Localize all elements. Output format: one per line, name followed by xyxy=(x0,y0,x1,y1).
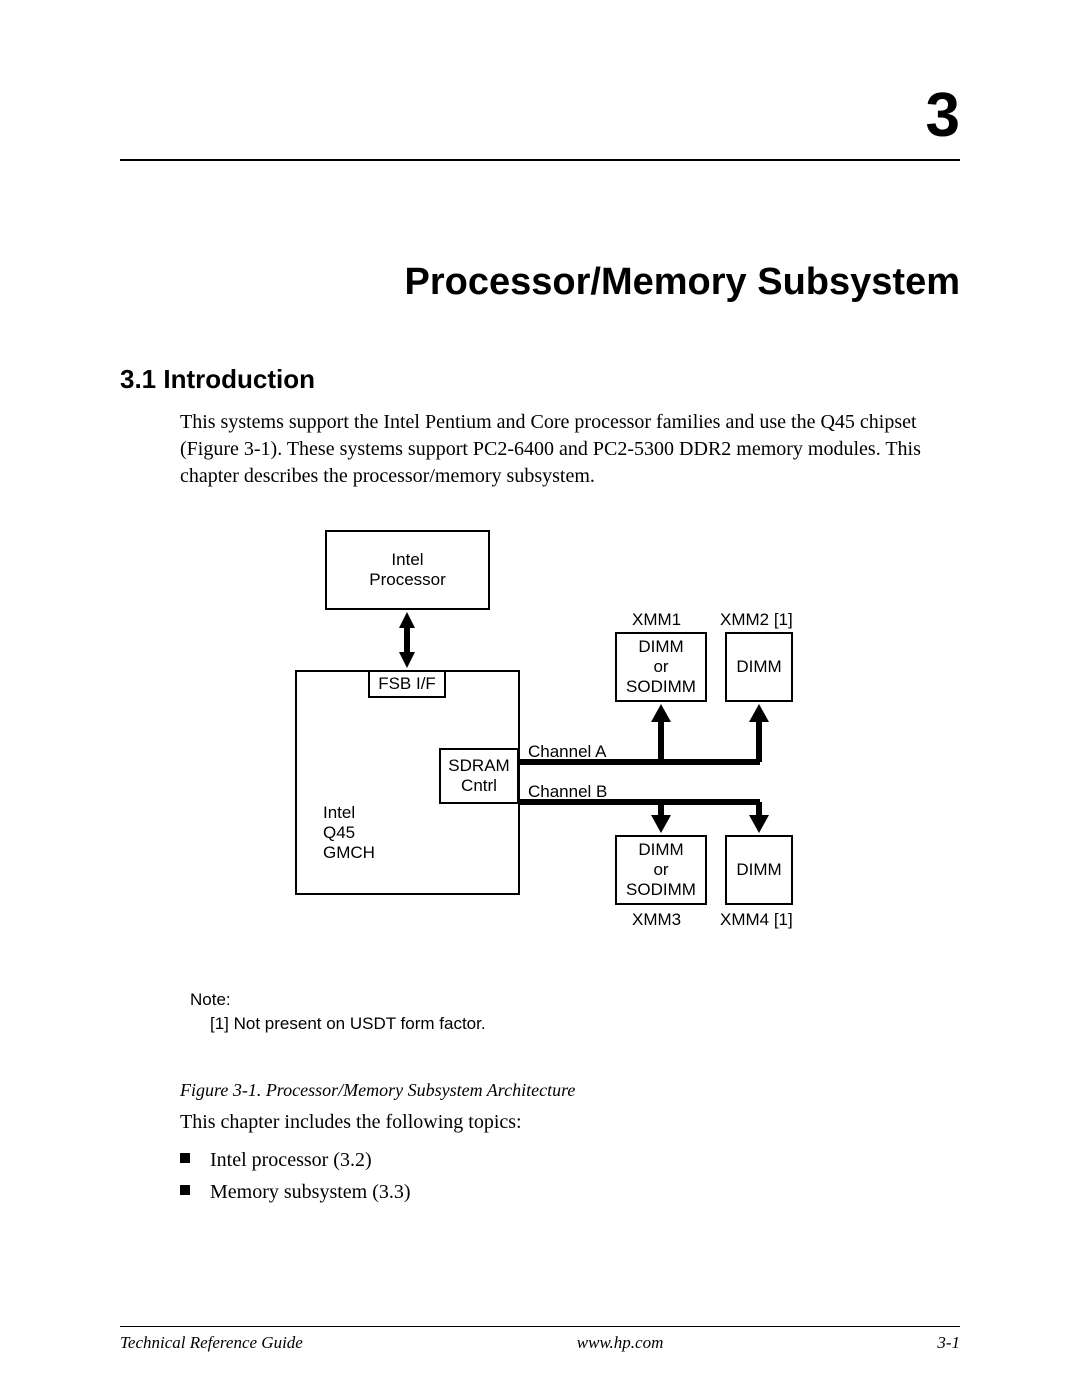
sdram-box: SDRAM Cntrl xyxy=(439,748,519,804)
gmch-line1: Intel xyxy=(323,803,355,823)
figure-caption: Figure 3-1. Processor/Memory Subsystem A… xyxy=(180,1080,960,1101)
diagram-wrap: Intel Processor Intel Q45 GMCH FSB I/F S… xyxy=(120,530,960,990)
xmm1-l3: SODIMM xyxy=(626,677,696,697)
xmm2-box: DIMM xyxy=(725,632,793,702)
channel-a-label: Channel A xyxy=(528,742,606,762)
xmm1-label: XMM1 xyxy=(632,610,681,630)
page-footer: Technical Reference Guide www.hp.com 3-1 xyxy=(120,1326,960,1353)
footer-left: Technical Reference Guide xyxy=(120,1333,303,1353)
processor-line1: Intel xyxy=(391,550,423,570)
xmm4-label: XMM4 [1] xyxy=(720,910,793,930)
note-label: Note: xyxy=(190,990,960,1010)
xmm3-l3: SODIMM xyxy=(626,880,696,900)
sdram-line1: SDRAM xyxy=(448,756,509,776)
gmch-line2: Q45 xyxy=(323,823,355,843)
footer-rule xyxy=(120,1326,960,1327)
xmm4-box: DIMM xyxy=(725,835,793,905)
footer-right: 3-1 xyxy=(937,1333,960,1353)
channel-b-label: Channel B xyxy=(528,782,607,802)
xmm2-l1: DIMM xyxy=(736,657,781,677)
sdram-line2: Cntrl xyxy=(461,776,497,796)
top-rule xyxy=(120,159,960,161)
xmm3-l2: or xyxy=(653,860,668,880)
xmm1-l2: or xyxy=(653,657,668,677)
architecture-diagram: Intel Processor Intel Q45 GMCH FSB I/F S… xyxy=(220,530,860,990)
topics-intro: This chapter includes the following topi… xyxy=(180,1111,960,1134)
topics-list: Intel processor (3.2) Memory subsystem (… xyxy=(180,1144,960,1208)
xmm2-label: XMM2 [1] xyxy=(720,610,793,630)
xmm1-box: DIMM or SODIMM xyxy=(615,632,707,702)
list-item: Intel processor (3.2) xyxy=(180,1144,960,1176)
gmch-line3: GMCH xyxy=(323,843,375,863)
page-content: 3 Processor/Memory Subsystem 3.1 Introdu… xyxy=(120,80,960,1208)
xmm3-label: XMM3 xyxy=(632,910,681,930)
xmm1-l1: DIMM xyxy=(638,637,683,657)
chapter-number: 3 xyxy=(120,80,960,151)
processor-line2: Processor xyxy=(369,570,446,590)
footer-center: www.hp.com xyxy=(577,1333,664,1353)
section-heading: 3.1 Introduction xyxy=(120,364,960,395)
list-item: Memory subsystem (3.3) xyxy=(180,1176,960,1208)
xmm4-l1: DIMM xyxy=(736,860,781,880)
processor-box: Intel Processor xyxy=(325,530,490,610)
note-text: [1] Not present on USDT form factor. xyxy=(190,1014,960,1034)
fsb-label: FSB I/F xyxy=(378,674,436,694)
diagram-note: Note: [1] Not present on USDT form facto… xyxy=(190,990,960,1034)
xmm3-box: DIMM or SODIMM xyxy=(615,835,707,905)
xmm3-l1: DIMM xyxy=(638,840,683,860)
chapter-title: Processor/Memory Subsystem xyxy=(120,261,960,304)
intro-paragraph: This systems support the Intel Pentium a… xyxy=(180,409,960,490)
fsb-box: FSB I/F xyxy=(368,670,446,698)
